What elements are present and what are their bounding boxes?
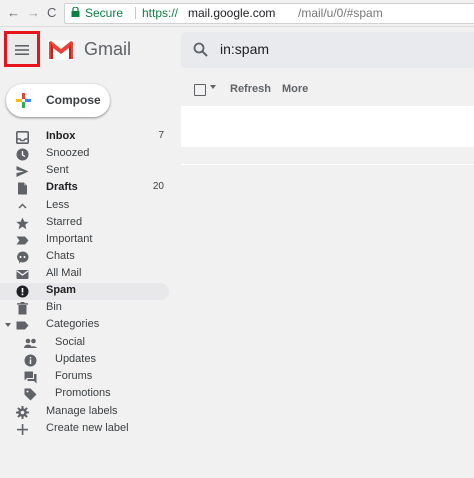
sidebar-item-label: Chats xyxy=(46,250,75,262)
refresh-button[interactable]: Refresh xyxy=(230,83,271,95)
search-input[interactable]: in:spam xyxy=(220,41,269,57)
important-marker-icon xyxy=(16,236,29,245)
trash-icon xyxy=(17,302,28,315)
chevron-up-icon xyxy=(18,203,27,209)
sidebar-item-label: Sent xyxy=(46,164,69,176)
sidebar-item-label: Bin xyxy=(46,301,62,313)
select-dropdown-icon[interactable] xyxy=(210,85,216,89)
spam-alert-icon xyxy=(16,285,29,298)
send-icon xyxy=(16,166,29,177)
select-all-checkbox[interactable] xyxy=(194,84,206,96)
search-icon[interactable] xyxy=(193,42,208,57)
unread-count: 7 xyxy=(158,130,164,141)
sidebar-item-label: Inbox xyxy=(46,130,76,142)
forward-arrow-icon[interactable]: → xyxy=(27,5,40,21)
sidebar-item-label: Less xyxy=(46,199,70,211)
sidebar-item-create-new-label[interactable]: Create new label xyxy=(0,421,169,438)
clock-icon xyxy=(16,148,29,161)
back-arrow-icon[interactable]: ← xyxy=(7,5,20,21)
sidebar-item-promotions[interactable]: Promotions xyxy=(0,386,169,403)
sidebar-item-sent[interactable]: Sent xyxy=(0,163,169,180)
gear-icon xyxy=(16,406,29,419)
secure-label: Secure xyxy=(85,6,124,20)
info-icon xyxy=(24,354,37,367)
sidebar-item-starred[interactable]: Starred xyxy=(0,215,169,232)
sidebar-item-label: Promotions xyxy=(55,387,111,399)
hamburger-menu-icon xyxy=(15,45,29,55)
sidebar-item-less[interactable]: Less xyxy=(0,198,169,215)
sidebar-item-spam[interactable]: Spam xyxy=(0,283,169,300)
sidebar-item-label: Manage labels xyxy=(46,405,118,417)
people-icon xyxy=(24,338,37,348)
sidebar-item-label: Forums xyxy=(55,370,93,382)
search-bar[interactable]: in:spam xyxy=(181,32,474,68)
plus-icon xyxy=(17,424,28,435)
url-path: /mail/u/0/#spam xyxy=(298,6,383,20)
sidebar-item-label: Categories xyxy=(46,318,100,330)
multicolor-plus-icon xyxy=(16,93,31,108)
sidebar-item-forums[interactable]: Forums xyxy=(0,369,169,386)
label-tag-icon xyxy=(16,321,29,330)
gmail-wordmark: Gmail xyxy=(84,39,132,59)
sidebar-item-label: Important xyxy=(46,233,93,245)
star-icon xyxy=(16,217,29,230)
sidebar-item-label: Starred xyxy=(46,216,83,228)
message-list-divider xyxy=(181,164,474,165)
chat-bubble-icon xyxy=(17,251,29,264)
forum-icon xyxy=(24,371,37,384)
sidebar-item-label: Spam xyxy=(46,284,76,296)
address-bar[interactable]: Secure https:// mail.google.com /mail/u/… xyxy=(64,3,474,24)
price-tag-icon xyxy=(24,388,37,401)
sidebar-item-categories[interactable]: Categories xyxy=(0,317,169,334)
envelope-icon xyxy=(16,270,29,279)
draft-count: 20 xyxy=(152,181,164,192)
sidebar-item-label: All Mail xyxy=(46,267,82,279)
sidebar-item-label: Create new label xyxy=(46,422,129,434)
sidebar-item-label: Snoozed xyxy=(46,147,90,159)
sidebar-item-label: Updates xyxy=(55,353,96,365)
sidebar-item-chats[interactable]: Chats xyxy=(0,249,169,266)
sidebar-item-bin[interactable]: Bin xyxy=(0,300,169,317)
compose-label: Compose xyxy=(46,93,101,107)
sidebar-item-updates[interactable]: Updates xyxy=(0,352,169,369)
sidebar-item-important[interactable]: Important xyxy=(0,232,169,249)
sidebar-item-social[interactable]: Social xyxy=(0,335,169,352)
gmail-logo-icon[interactable] xyxy=(48,40,74,60)
sidebar-item-label: Social xyxy=(55,336,85,348)
compose-button[interactable]: Compose xyxy=(6,84,110,117)
message-toolbar: Refresh More xyxy=(181,76,474,104)
lock-icon xyxy=(71,7,80,17)
sidebar-item-manage-labels[interactable]: Manage labels xyxy=(0,404,169,421)
reload-icon[interactable]: C xyxy=(47,5,56,21)
main-menu-button[interactable] xyxy=(4,31,40,67)
sidebar-item-inbox[interactable]: Inbox 7 xyxy=(0,129,169,146)
url-host: mail.google.com xyxy=(188,6,276,20)
more-button[interactable]: More xyxy=(282,83,308,95)
sidebar-item-all-mail[interactable]: All Mail xyxy=(0,266,169,283)
sidebar-item-snoozed[interactable]: Snoozed xyxy=(0,146,169,163)
inbox-icon xyxy=(16,131,29,144)
address-divider xyxy=(135,7,136,19)
browser-toolbar: ← → C Secure https:// mail.google.com /m… xyxy=(0,0,474,27)
url-scheme: https:// xyxy=(142,6,179,20)
sidebar-item-label: Drafts xyxy=(46,181,78,193)
message-list xyxy=(181,106,474,147)
expand-caret-icon[interactable] xyxy=(5,323,11,327)
draft-document-icon xyxy=(18,182,27,195)
sidebar-item-drafts[interactable]: Drafts 20 xyxy=(0,180,169,197)
